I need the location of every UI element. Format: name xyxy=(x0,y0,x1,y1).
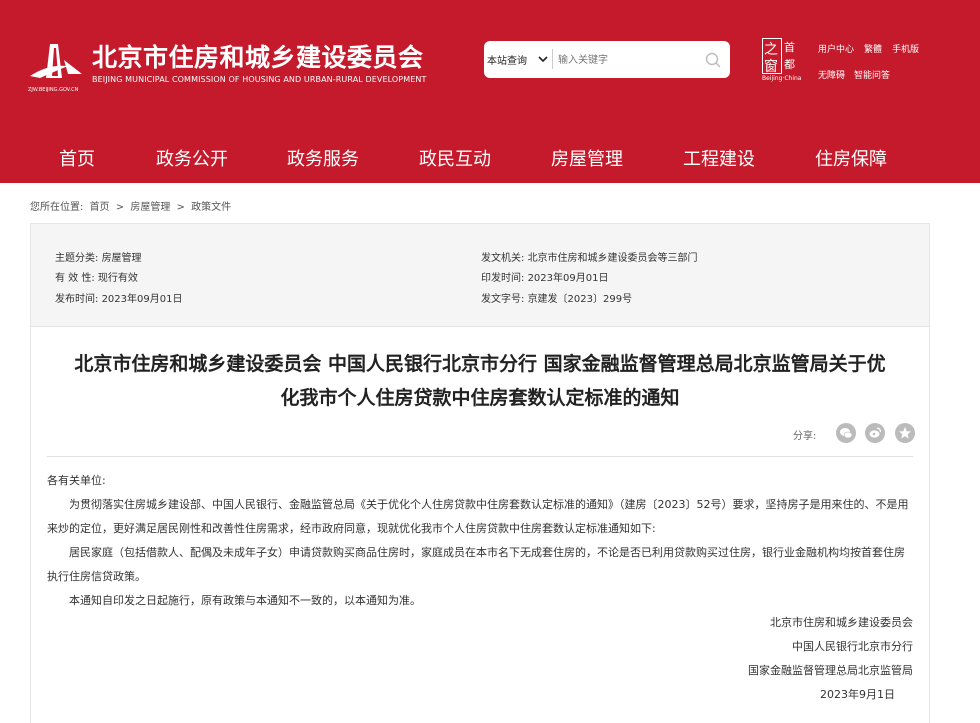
capital-logo-caption: Beijing·China xyxy=(762,75,802,82)
site-title[interactable]: 北京市住房和城乡建设委员会 xyxy=(92,38,424,74)
meta-label: 主题分类: xyxy=(55,253,99,264)
meta-doc-number: 发文字号: 京建发〔2023〕299号 xyxy=(481,290,632,305)
nav-item-housing-mgmt[interactable]: 房屋管理 xyxy=(551,145,623,171)
search-icon[interactable] xyxy=(704,51,722,69)
breadcrumb-separator: > xyxy=(115,202,125,213)
meta-value: 2023年09月01日 xyxy=(101,294,183,305)
breadcrumb: 您所在位置: 首页 > 房屋管理 > 政策文件 xyxy=(30,198,234,213)
article-paragraph: 居民家庭（包括借款人、配偶及未成年子女）申请贷款购买商品住房时，家庭成员在本市名… xyxy=(47,546,905,583)
article-salutation: 各有关单位: xyxy=(47,474,106,487)
article-paragraph: 本通知自印发之日起施行，原有政策与本通知不一致的，以本通知为准。 xyxy=(69,594,421,607)
article-title-line: 北京市住房和城乡建设委员会 中国人民银行北京市分行 国家金融监督管理总局北京监管… xyxy=(74,353,886,375)
link-user-center[interactable]: 用户中心 xyxy=(818,42,854,55)
meta-validity: 有 效 性: 现行有效 xyxy=(55,269,138,284)
meta-issuer: 发文机关: 北京市住房和城乡建设委员会等三部门 xyxy=(481,249,698,264)
meta-label: 印发时间: xyxy=(481,273,525,284)
link-smart-qa[interactable]: 智能问答 xyxy=(854,68,890,81)
capital-window-logo[interactable]: 之 首 窗 都 Beijing·China xyxy=(762,38,808,82)
meta-issue-date: 印发时间: 2023年09月01日 xyxy=(481,269,608,284)
share-favorite-button[interactable] xyxy=(895,423,915,443)
nav-item-gov-affairs[interactable]: 政务公开 xyxy=(156,145,228,171)
main-nav: 首页 政务公开 政务服务 政民互动 房屋管理 工程建设 住房保障 xyxy=(0,130,980,183)
title-divider xyxy=(47,456,913,457)
meta-label: 发布时间: xyxy=(55,294,99,305)
meta-label: 有 效 性: xyxy=(55,273,95,284)
share-weibo-button[interactable] xyxy=(865,423,885,443)
share-label: 分享: xyxy=(793,431,817,442)
search-scope-select[interactable]: 本站查询 xyxy=(487,52,527,67)
document-meta: 主题分类: 房屋管理 有 效 性: 现行有效 发布时间: 2023年09月01日… xyxy=(31,224,929,327)
capital-logo-char: 首 xyxy=(784,41,795,54)
meta-value: 北京市住房和城乡建设委员会等三部门 xyxy=(527,253,698,264)
meta-value: 京建发〔2023〕299号 xyxy=(527,294,633,305)
article-paragraph: 为贯彻落实住房城乡建设部、中国人民银行、金融监管总局《关于优化个人住房贷款中住房… xyxy=(47,498,909,535)
article-title: 北京市住房和城乡建设委员会 中国人民银行北京市分行 国家金融监督管理总局北京监管… xyxy=(31,347,929,415)
meta-label: 发文字号: xyxy=(481,294,525,305)
breadcrumb-separator: > xyxy=(176,202,185,213)
nav-item-home[interactable]: 首页 xyxy=(59,145,95,171)
meta-value: 2023年09月01日 xyxy=(527,273,609,284)
star-icon xyxy=(899,427,911,439)
article-card: 主题分类: 房屋管理 有 效 性: 现行有效 发布时间: 2023年09月01日… xyxy=(30,223,930,723)
breadcrumb-prefix: 您所在位置: xyxy=(30,202,84,213)
link-mobile[interactable]: 手机版 xyxy=(892,42,919,55)
search-box: 本站查询 xyxy=(484,41,730,78)
breadcrumb-item[interactable]: 房屋管理 xyxy=(130,202,170,213)
search-input[interactable] xyxy=(558,49,698,71)
wechat-icon xyxy=(840,428,853,439)
share-wechat-button[interactable] xyxy=(836,423,856,443)
signature-line: 北京市住房和城乡建设委员会 xyxy=(770,616,913,629)
breadcrumb-item[interactable]: 政策文件 xyxy=(191,202,231,213)
site-logo-icon[interactable] xyxy=(28,40,84,88)
signature-date: 2023年9月1日 xyxy=(820,688,895,701)
meta-publish-date: 发布时间: 2023年09月01日 xyxy=(55,290,182,305)
link-accessibility[interactable]: 无障碍 xyxy=(818,68,845,81)
signature-line: 中国人民银行北京市分行 xyxy=(792,640,913,653)
weibo-icon xyxy=(869,427,882,438)
nav-item-interaction[interactable]: 政民互动 xyxy=(419,145,491,171)
site-header: ZJW.BEIJING.GOV.CN 北京市住房和城乡建设委员会 BEIJING… xyxy=(0,0,980,130)
meta-topic: 主题分类: 房屋管理 xyxy=(55,249,142,264)
nav-item-housing-security[interactable]: 住房保障 xyxy=(815,145,887,171)
nav-item-gov-services[interactable]: 政务服务 xyxy=(287,145,359,171)
site-subtitle: BEIJING MUNICIPAL COMMISSION OF HOUSING … xyxy=(92,75,427,84)
breadcrumb-item[interactable]: 首页 xyxy=(90,202,110,213)
meta-label: 发文机关: xyxy=(481,253,525,264)
chevron-down-icon[interactable] xyxy=(536,52,550,66)
article-title-line: 化我市个人住房贷款中住房套数认定标准的通知 xyxy=(280,387,680,409)
capital-logo-char: 都 xyxy=(784,58,795,71)
meta-value: 房屋管理 xyxy=(101,253,142,264)
signature-line: 国家金融监督管理总局北京监管局 xyxy=(748,664,913,677)
meta-value: 现行有效 xyxy=(97,273,138,284)
link-traditional[interactable]: 繁體 xyxy=(864,42,882,55)
logo-caption: ZJW.BEIJING.GOV.CN xyxy=(28,87,79,93)
capital-logo-char: 窗 xyxy=(764,59,778,75)
search-divider xyxy=(552,49,553,69)
nav-item-construction[interactable]: 工程建设 xyxy=(683,145,755,171)
